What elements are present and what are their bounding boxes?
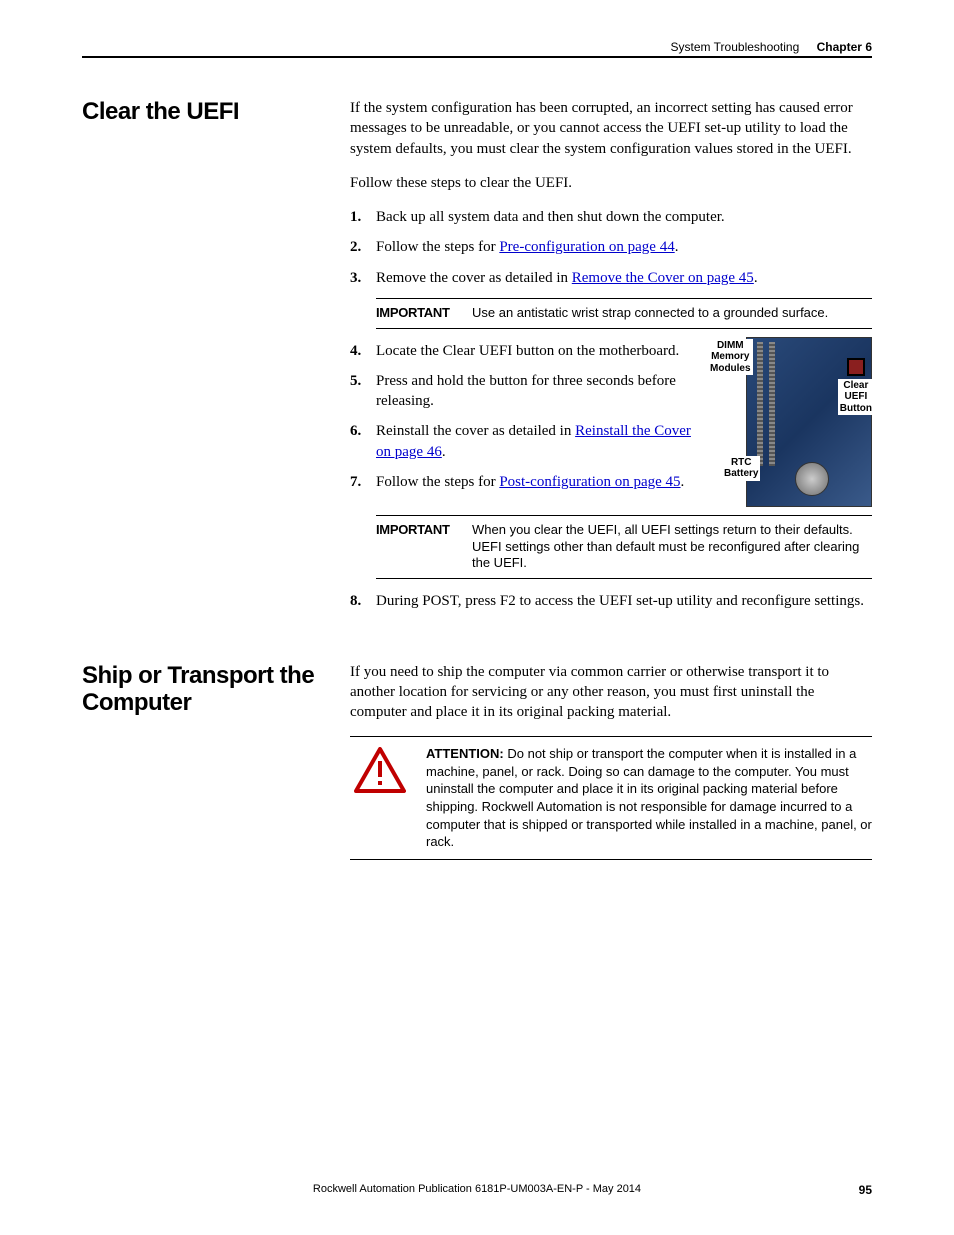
board-image bbox=[746, 337, 872, 507]
uefi-steps-cont: Locate the Clear UEFI button on the moth… bbox=[350, 341, 694, 493]
step-6: Reinstall the cover as detailed in Reins… bbox=[376, 421, 694, 462]
uefi-intro: If the system configuration has been cor… bbox=[350, 98, 872, 159]
attention-label: ATTENTION: bbox=[426, 746, 504, 761]
header-chapter: Chapter 6 bbox=[817, 40, 872, 54]
uefi-follow: Follow these steps to clear the UEFI. bbox=[350, 173, 872, 193]
attention-text: ATTENTION: Do not ship or transport the … bbox=[426, 745, 872, 850]
rtc-battery-visual bbox=[795, 462, 829, 496]
footer-page-number: 95 bbox=[859, 1183, 872, 1197]
warning-icon bbox=[354, 747, 406, 793]
page-footer: Rockwell Automation Publication 6181P-UM… bbox=[82, 1183, 872, 1195]
link-postconfig[interactable]: Post-configuration on page 45 bbox=[499, 474, 680, 490]
step-7: Follow the steps for Post-configuration … bbox=[376, 472, 694, 492]
important-label-2: IMPORTANT bbox=[376, 522, 472, 573]
important-text-2: When you clear the UEFI, all UEFI settin… bbox=[472, 522, 872, 573]
important-reconfigure: IMPORTANT When you clear the UEFI, all U… bbox=[376, 515, 872, 580]
link-remove-cover[interactable]: Remove the Cover on page 45 bbox=[572, 270, 754, 286]
label-rtc: RTC Battery bbox=[722, 456, 760, 481]
step-1: Back up all system data and then shut do… bbox=[376, 207, 872, 227]
ship-intro: If you need to ship the computer via com… bbox=[350, 662, 872, 723]
important-antistatic: IMPORTANT Use an antistatic wrist strap … bbox=[376, 298, 872, 329]
footer-publication: Rockwell Automation Publication 6181P-UM… bbox=[313, 1183, 641, 1195]
page-header: System Troubleshooting Chapter 6 bbox=[82, 40, 872, 58]
section-title-uefi: Clear the UEFI bbox=[82, 98, 330, 126]
clear-uefi-button-visual bbox=[847, 358, 865, 376]
step-2: Follow the steps for Pre-configuration o… bbox=[376, 237, 872, 257]
uefi-steps-final: During POST, press F2 to access the UEFI… bbox=[350, 591, 872, 611]
important-text: Use an antistatic wrist strap connected … bbox=[472, 305, 872, 322]
step-8: During POST, press F2 to access the UEFI… bbox=[376, 591, 872, 611]
label-dimm: DIMM Memory Modules bbox=[708, 339, 753, 376]
section-clear-uefi: Clear the UEFI If the system configurati… bbox=[82, 98, 872, 622]
header-section: System Troubleshooting bbox=[671, 40, 800, 54]
step-4: Locate the Clear UEFI button on the moth… bbox=[376, 341, 694, 361]
section-title-ship: Ship or Transport the Computer bbox=[82, 662, 330, 717]
link-preconfig[interactable]: Pre-configuration on page 44 bbox=[499, 239, 674, 255]
important-label: IMPORTANT bbox=[376, 305, 472, 322]
uefi-steps: Back up all system data and then shut do… bbox=[350, 207, 872, 288]
step-3: Remove the cover as detailed in Remove t… bbox=[376, 268, 872, 288]
motherboard-figure: DIMM Memory Modules Clear UEFI Button RT… bbox=[706, 337, 872, 507]
label-clear-uefi: Clear UEFI Button bbox=[838, 379, 874, 416]
section-ship-transport: Ship or Transport the Computer If you ne… bbox=[82, 662, 872, 860]
step-5: Press and hold the button for three seco… bbox=[376, 371, 694, 412]
attention-box: ATTENTION: Do not ship or transport the … bbox=[350, 736, 872, 859]
